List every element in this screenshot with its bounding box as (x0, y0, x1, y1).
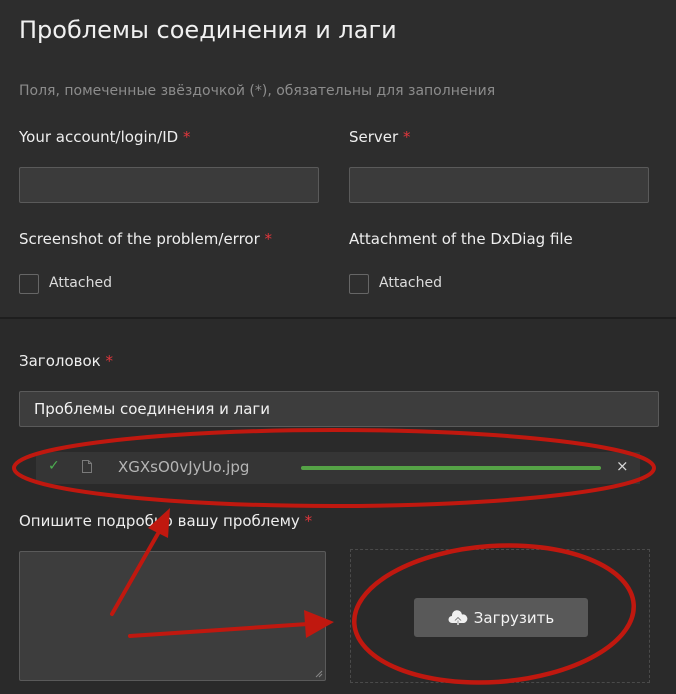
required-mark: * (182, 128, 191, 146)
resize-handle-icon[interactable] (315, 670, 323, 678)
dxdiag-label: Attachment of the DxDiag file (349, 230, 573, 248)
cloud-upload-icon (448, 609, 468, 625)
description-textarea[interactable] (19, 551, 326, 681)
required-mark: * (264, 230, 273, 248)
description-label: Опишите подробно вашу проблему * (19, 512, 312, 530)
upload-button-label: Загрузить (473, 608, 555, 627)
server-label-text: Server (349, 128, 399, 146)
account-label: Your account/login/ID * (19, 128, 190, 146)
account-input[interactable] (19, 167, 319, 203)
upload-progress-bar (301, 466, 601, 470)
upload-button[interactable]: Загрузить (414, 598, 588, 637)
screenshot-label-text: Screenshot of the problem/error (19, 230, 260, 248)
dxdiag-attached-checkbox[interactable] (349, 274, 369, 294)
screenshot-attached-label[interactable]: Attached (49, 275, 112, 291)
close-icon[interactable]: × (616, 457, 629, 475)
check-icon: ✓ (48, 458, 60, 474)
attachment-file-name: XGXsO0vJyUo.jpg (118, 458, 250, 476)
required-mark: * (304, 512, 313, 530)
required-mark: * (402, 128, 411, 146)
required-mark: * (105, 352, 114, 370)
attachment-row: ✓ XGXsO0vJyUo.jpg × (36, 452, 640, 484)
account-label-text: Your account/login/ID (19, 128, 179, 146)
heading-input[interactable]: Проблемы соединения и лаги (19, 391, 659, 427)
screenshot-attached-checkbox[interactable] (19, 274, 39, 294)
upload-progress-fill (301, 466, 601, 470)
heading-label-text: Заголовок (19, 352, 101, 370)
server-label: Server * (349, 128, 410, 146)
screenshot-label: Screenshot of the problem/error * (19, 230, 272, 248)
file-icon (82, 460, 92, 473)
dxdiag-attached-label[interactable]: Attached (379, 275, 442, 291)
required-hint: Поля, помеченные звёздочкой (*), обязате… (19, 83, 496, 99)
support-form-page: Проблемы соединения и лаги Поля, помечен… (0, 0, 676, 694)
heading-label: Заголовок * (19, 352, 113, 370)
server-input[interactable] (349, 167, 649, 203)
description-label-text: Опишите подробно вашу проблему (19, 512, 300, 530)
page-title: Проблемы соединения и лаги (19, 16, 397, 44)
